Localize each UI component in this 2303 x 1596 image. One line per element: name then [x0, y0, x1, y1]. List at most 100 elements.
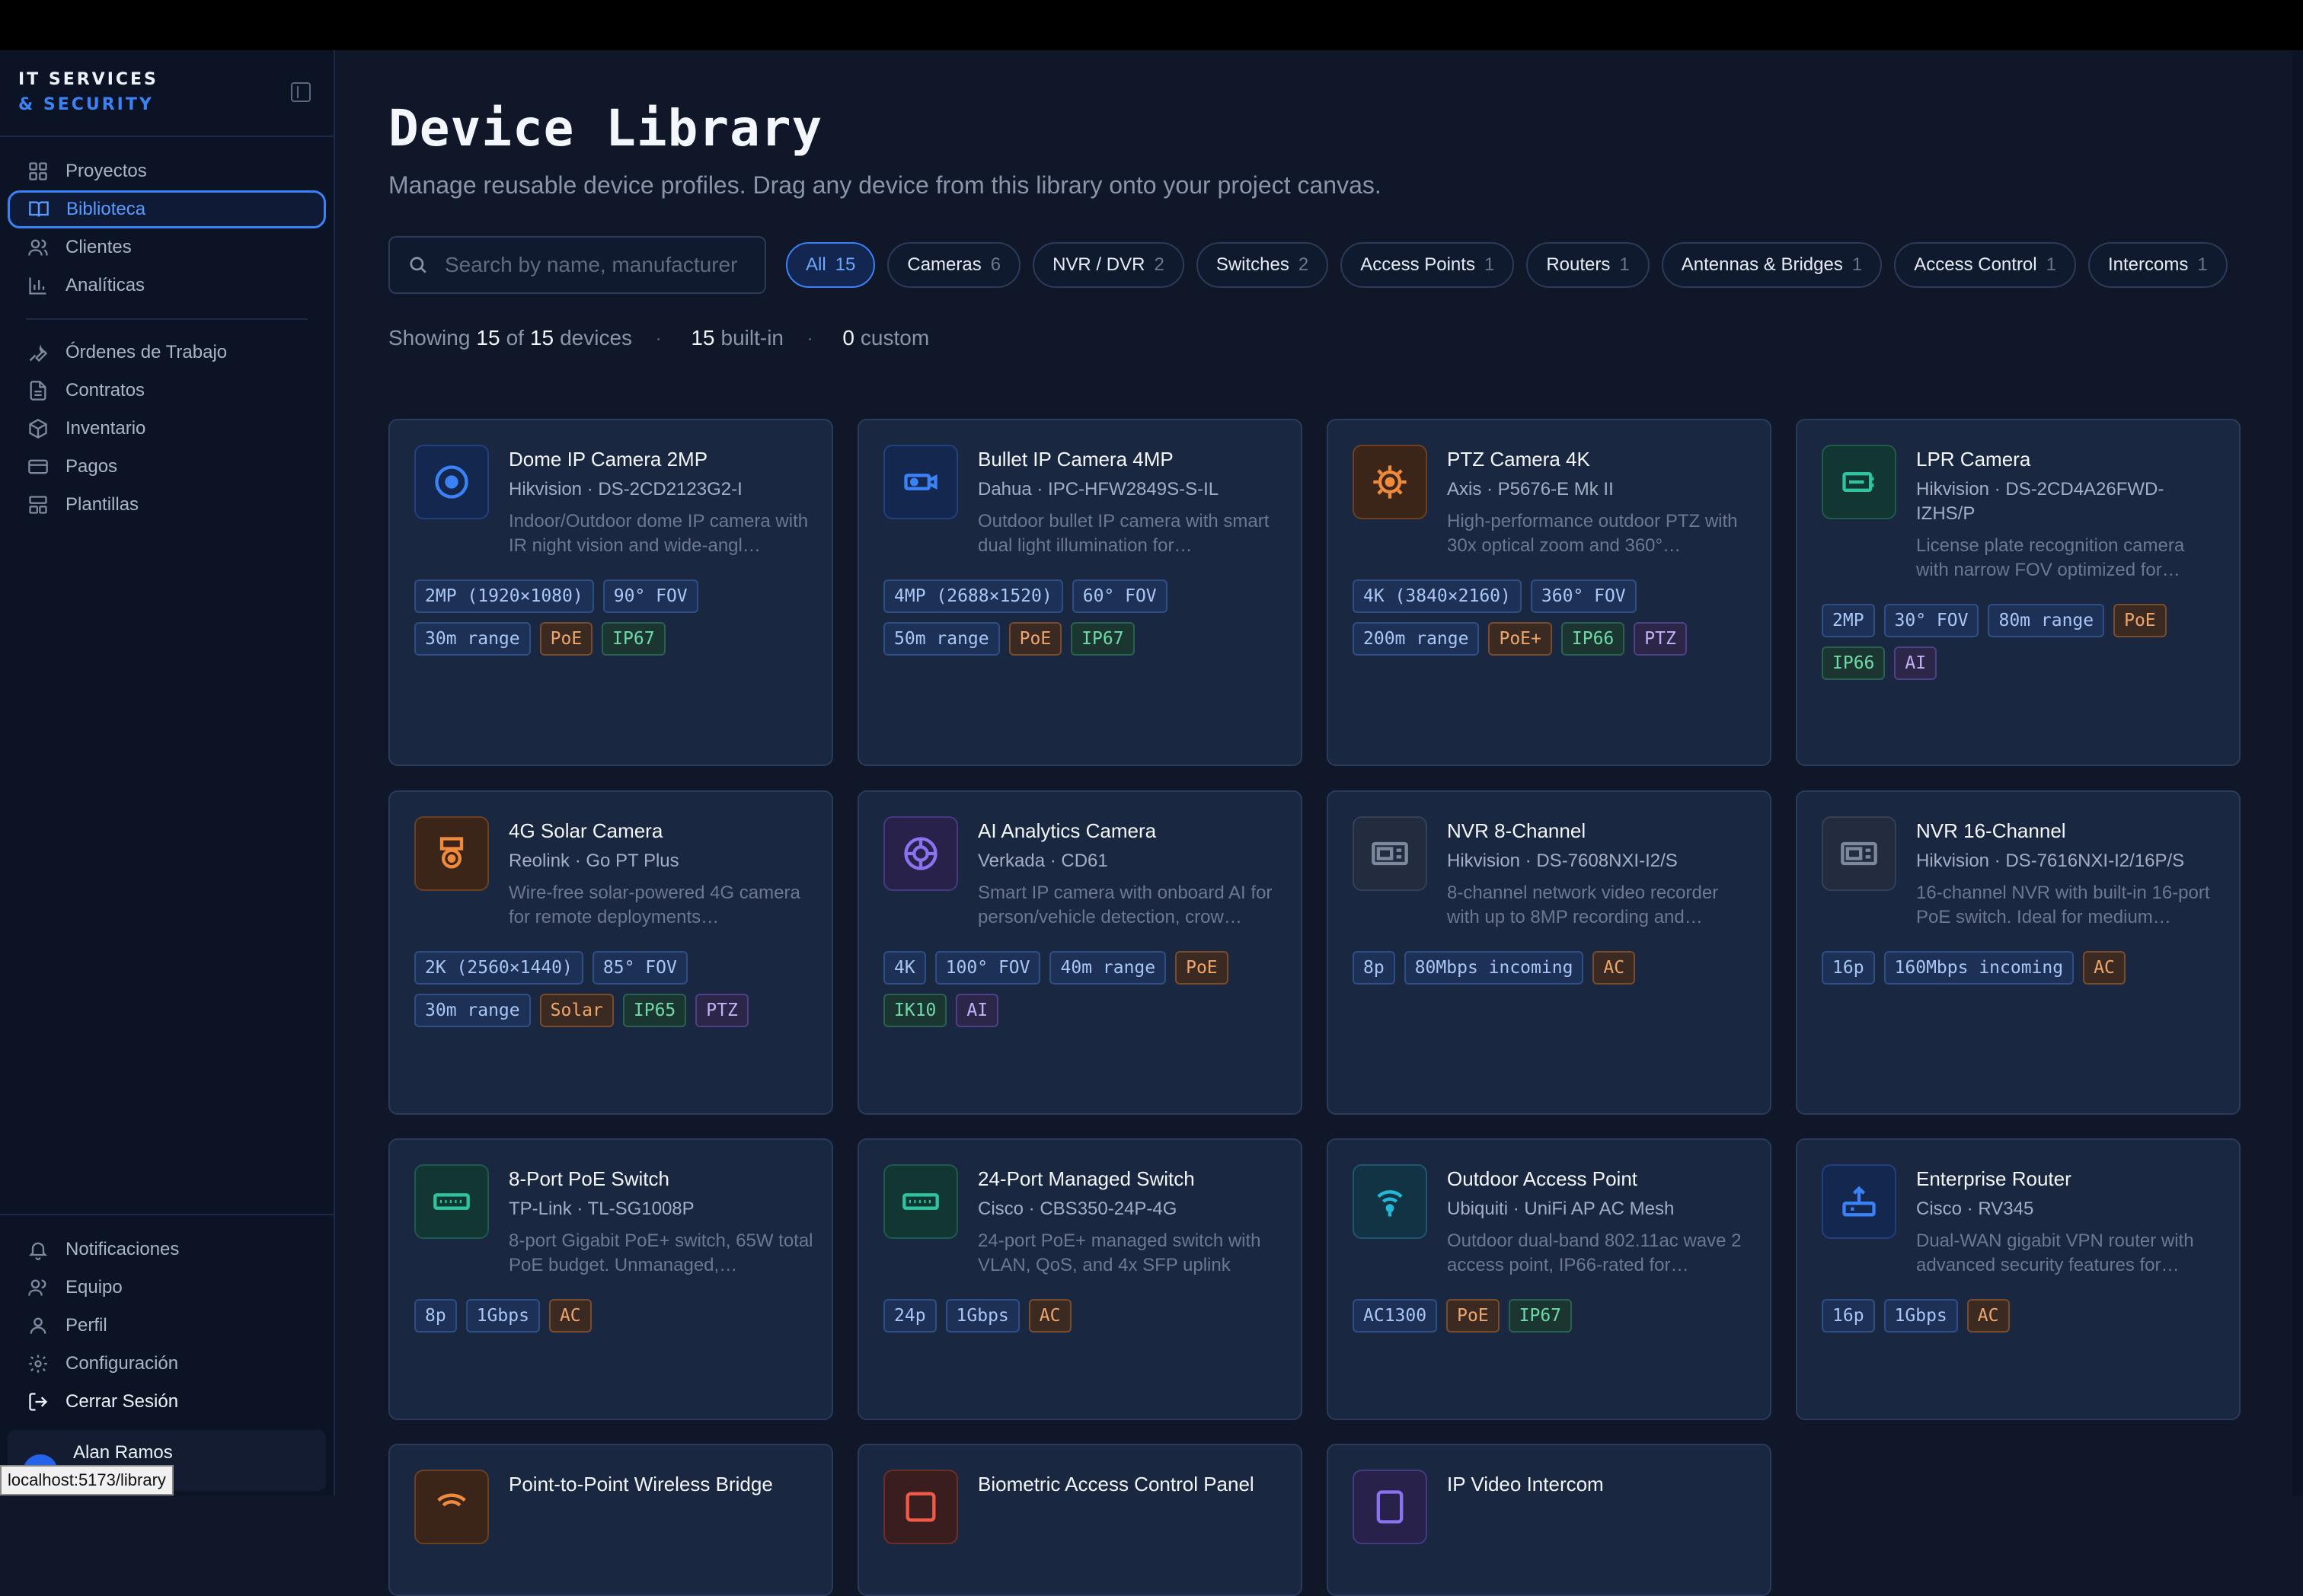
- lpr-camera-icon: [1822, 445, 1896, 519]
- device-description: Indoor/Outdoor dome IP camera with IR ni…: [509, 511, 809, 556]
- sidebar-item-configuración[interactable]: Configuración: [8, 1345, 326, 1383]
- spec-tag: 100° FOV: [934, 951, 1041, 985]
- search-input[interactable]: [445, 253, 749, 277]
- shown-count: 15: [476, 326, 500, 350]
- sidebar-item-plantillas[interactable]: Plantillas: [8, 486, 326, 524]
- card-info: LPR Camera Hikvision · DS-2CD4A26FWD-IZHS…: [1916, 445, 2221, 583]
- device-card[interactable]: 8-Port PoE Switch TP-Link · TL-SG1008P 8-p…: [388, 1138, 833, 1420]
- card-info: NVR 16-Channel Hikvision · DS-7616NXI-I2/…: [1916, 816, 2221, 930]
- chip-count: 1: [2197, 254, 2208, 275]
- filter-chip-all[interactable]: All 15: [786, 242, 876, 288]
- device-card[interactable]: Outdoor Access Point Ubiquiti · UniFi AP …: [1327, 1138, 1771, 1420]
- filter-chip-intercoms[interactable]: Intercoms 1: [2087, 242, 2228, 288]
- device-card[interactable]: PTZ Camera 4K Axis · P5676-E Mk II High-pe…: [1327, 419, 1771, 766]
- chip-label: All: [806, 254, 826, 275]
- showing-label: Showing: [388, 326, 471, 350]
- sidebar: IT SERVICES & SECURITY Proyectos Bibliote…: [0, 50, 335, 1495]
- device-name: Enterprise Router: [1916, 1167, 2071, 1190]
- bell-icon: [27, 1239, 49, 1260]
- device-card[interactable]: Dome IP Camera 2MP Hikvision · DS-2CD2123…: [388, 419, 833, 766]
- device-card[interactable]: IP Video Intercom: [1327, 1444, 1771, 1596]
- sidebar-item-label: Proyectos: [65, 161, 147, 181]
- users-icon: [27, 237, 49, 258]
- sidebar-item-cerrar-sesión[interactable]: Cerrar Sesión: [8, 1383, 326, 1421]
- sidebar-item-contratos[interactable]: Contratos: [8, 372, 326, 410]
- spec-tags: 16p 1Gbps AC: [1797, 1278, 2239, 1342]
- filter-chip-access-points[interactable]: Access Points 1: [1340, 242, 1515, 288]
- device-manufacturer: Hikvision · DS-2CD4A26FWD-IZHS/P: [1916, 479, 2164, 524]
- device-name: NVR 8-Channel: [1447, 819, 1586, 842]
- spec-tag: 90° FOV: [602, 579, 698, 613]
- sidebar-item-inventario[interactable]: Inventario: [8, 410, 326, 448]
- device-card[interactable]: NVR 16-Channel Hikvision · DS-7616NXI-I2/…: [1796, 790, 2241, 1115]
- sidebar-item-proyectos[interactable]: Proyectos: [8, 152, 326, 190]
- sidebar-item-perfil[interactable]: Perfil: [8, 1307, 326, 1345]
- separator-dot: ·: [655, 326, 663, 350]
- device-name: IP Video Intercom: [1447, 1473, 1604, 1495]
- card-info: Point-to-Point Wireless Bridge: [509, 1470, 813, 1544]
- sidebar-item-biblioteca[interactable]: Biblioteca: [8, 190, 326, 228]
- device-card[interactable]: Bullet IP Camera 4MP Dahua · IPC-HFW2849S…: [858, 419, 1302, 766]
- device-card[interactable]: LPR Camera Hikvision · DS-2CD4A26FWD-IZHS…: [1796, 419, 2241, 766]
- device-card[interactable]: 24-Port Managed Switch Cisco · CBS350-24P…: [858, 1138, 1302, 1420]
- spec-tag: 85° FOV: [592, 951, 688, 985]
- sidebar-item-clientes[interactable]: Clientes: [8, 228, 326, 267]
- filter-chip-cameras[interactable]: Cameras 6: [887, 242, 1021, 288]
- sidebar-item-analíticas[interactable]: Analíticas: [8, 267, 326, 305]
- switch-icon: [414, 1164, 489, 1239]
- spec-tags: AC1300 PoE IP67: [1328, 1278, 1770, 1342]
- card-header: Dome IP Camera 2MP Hikvision · DS-2CD2123…: [390, 420, 832, 558]
- device-manufacturer: Ubiquiti · UniFi AP AC Mesh: [1447, 1199, 1675, 1219]
- spec-tag: IP65: [622, 994, 687, 1027]
- spec-tag: AC1300: [1353, 1299, 1438, 1333]
- card-info: Bullet IP Camera 4MP Dahua · IPC-HFW2849S…: [978, 445, 1282, 558]
- spec-tag: AC: [1592, 951, 1636, 985]
- device-description: 8-channel network video recorder with up…: [1447, 883, 1719, 927]
- book-icon: [28, 199, 50, 220]
- chip-count: 1: [1619, 254, 1630, 275]
- sidebar-collapse-icon[interactable]: [291, 82, 311, 102]
- filter-chip-routers[interactable]: Routers 1: [1526, 242, 1650, 288]
- sidebar-item-notificaciones[interactable]: Notificaciones: [8, 1231, 326, 1269]
- spec-tag: IP67: [602, 622, 666, 656]
- search-box[interactable]: [388, 236, 766, 294]
- filter-chip-nvr-dvr[interactable]: NVR / DVR 2: [1033, 242, 1184, 288]
- chip-count: 1: [1851, 254, 1863, 275]
- device-card[interactable]: Point-to-Point Wireless Bridge: [388, 1444, 833, 1596]
- sidebar-item-equipo[interactable]: Equipo: [8, 1269, 326, 1307]
- search-icon: [410, 257, 426, 273]
- spec-tag: AI: [1894, 646, 1937, 680]
- sidebar-item-pagos[interactable]: Pagos: [8, 448, 326, 486]
- device-card[interactable]: NVR 8-Channel Hikvision · DS-7608NXI-I2/S…: [1327, 790, 1771, 1115]
- device-card[interactable]: Enterprise Router Cisco · RV345 Dual-WAN g…: [1796, 1138, 2241, 1420]
- sidebar-item-órdenes-de-trabajo[interactable]: Órdenes de Trabajo: [8, 334, 326, 372]
- card-header: 8-Port PoE Switch TP-Link · TL-SG1008P 8-p…: [390, 1140, 832, 1278]
- brand-logo[interactable]: IT SERVICES & SECURITY: [0, 50, 334, 137]
- filter-chip-antennas-bridges[interactable]: Antennas & Bridges 1: [1661, 242, 1883, 288]
- card-info: Enterprise Router Cisco · RV345 Dual-WAN g…: [1916, 1164, 2221, 1278]
- sidebar-item-label: Configuración: [65, 1353, 179, 1374]
- filter-chip-access-control[interactable]: Access Control 1: [1894, 242, 2076, 288]
- spec-tag: PoE: [1008, 622, 1062, 656]
- nvr-icon: [1353, 816, 1427, 891]
- device-description: 8-port Gigabit PoE+ switch, 65W total Po…: [509, 1231, 813, 1275]
- device-card[interactable]: AI Analytics Camera Verkada · CD61 Smart I…: [858, 790, 1302, 1115]
- device-card[interactable]: 4G Solar Camera Reolink · Go PT Plus Wire-…: [388, 790, 833, 1115]
- spec-tags: 2MP 30° FOV 80m range PoE IP66 AI: [1797, 583, 2239, 689]
- spec-tag: 1Gbps: [1883, 1299, 1958, 1333]
- page-scrollbar[interactable]: [2292, 50, 2303, 1495]
- spec-tag: 16p: [1822, 1299, 1875, 1333]
- spec-tag: 30m range: [414, 994, 531, 1027]
- device-manufacturer: Reolink · Go PT Plus: [509, 851, 679, 871]
- card-info: IP Video Intercom: [1447, 1470, 1752, 1544]
- filter-chip-switches[interactable]: Switches 2: [1196, 242, 1329, 288]
- ai-camera-icon: [883, 816, 958, 891]
- sidebar-item-label: Clientes: [65, 237, 132, 257]
- chip-label: Switches: [1215, 254, 1289, 275]
- chip-label: NVR / DVR: [1052, 254, 1145, 275]
- device-description: 24-port PoE+ managed switch with VLAN, Q…: [978, 1231, 1261, 1275]
- spec-tag: IK10: [883, 994, 947, 1027]
- device-card[interactable]: Biometric Access Control Panel: [858, 1444, 1302, 1596]
- card-info: 24-Port Managed Switch Cisco · CBS350-24P…: [978, 1164, 1282, 1278]
- device-manufacturer: Verkada · CD61: [978, 851, 1108, 871]
